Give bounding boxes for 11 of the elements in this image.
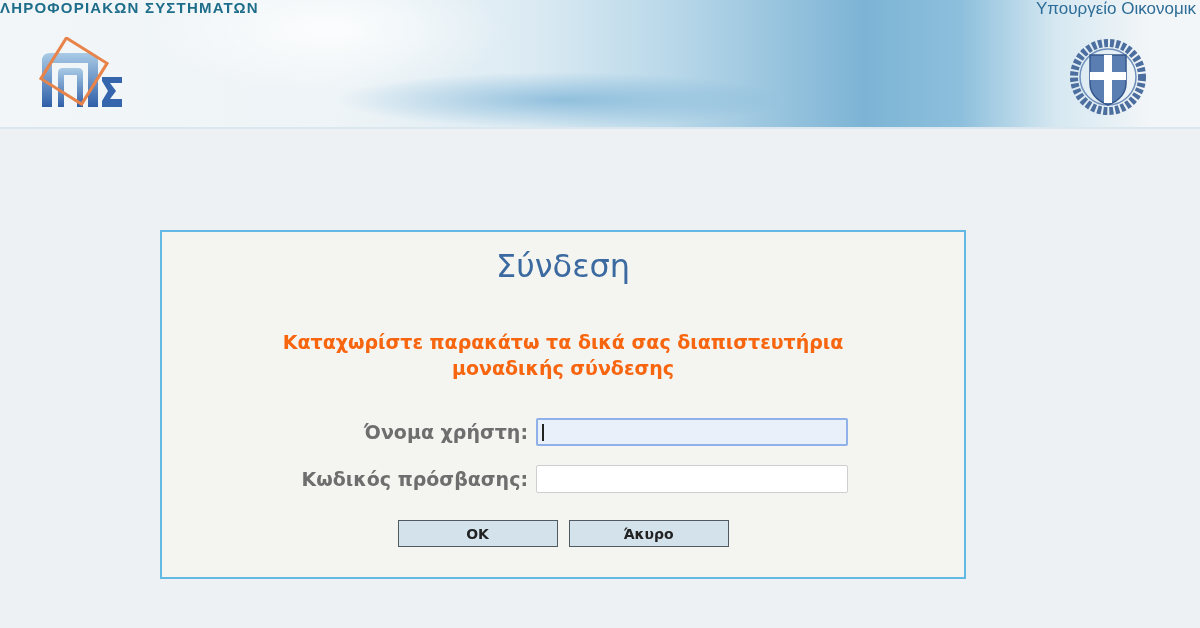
organization-name: ΛΗΡΟΦΟΡΙΑΚΩΝ ΣΥΣΤΗΜΑΤΩΝ <box>0 0 259 15</box>
login-title: Σύνδεση <box>494 246 631 286</box>
field-label: Κωδικός πρόσβασης: <box>300 468 528 490</box>
ministry-name: Υπουργείο Οικονομικ <box>1035 0 1196 18</box>
input-field[interactable] <box>536 418 848 446</box>
text-cursor-icon <box>542 424 544 441</box>
input-field[interactable] <box>536 465 848 493</box>
field-label: Όνομα χρήστη: <box>363 421 528 443</box>
ok-button[interactable]: OK <box>397 520 558 547</box>
cancel-button[interactable]: Άκυρο <box>568 520 729 547</box>
login-instructions: Καταχωρίστε παρακάτω τα δικά σας διαπιστευτήρια μοναδικής σύνδεσης <box>281 330 845 381</box>
